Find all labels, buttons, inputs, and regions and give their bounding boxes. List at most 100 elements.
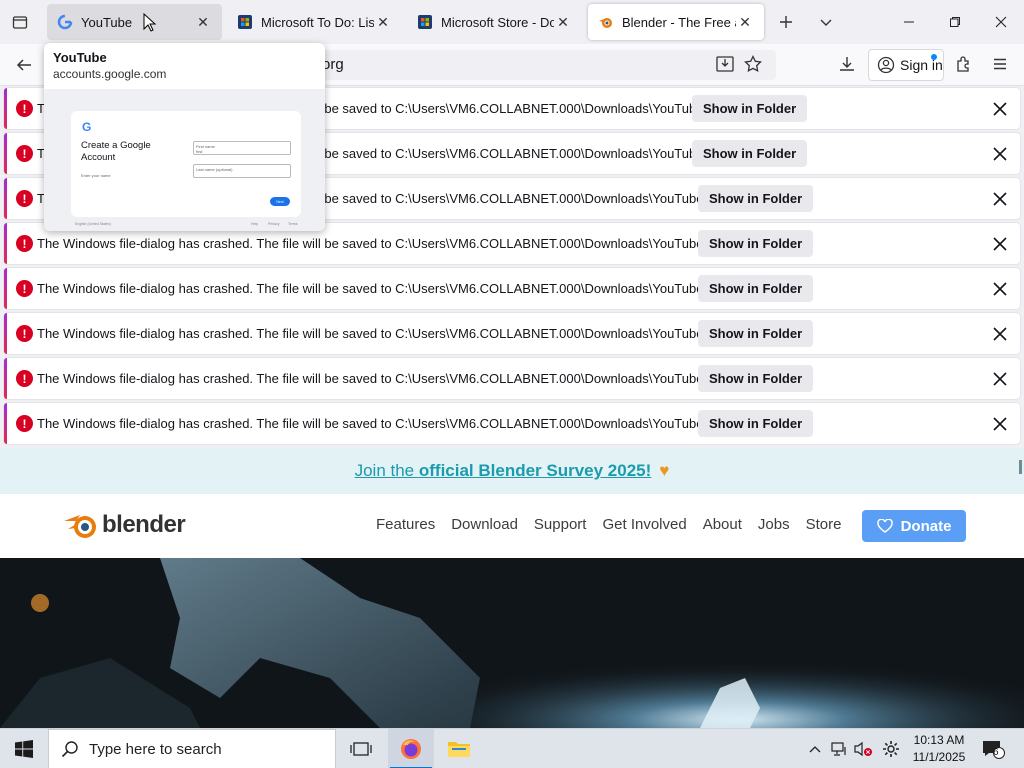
notification-message: The Windows file-dialog has crashed. The… [37,326,752,341]
new-tab-button[interactable] [772,8,800,36]
network-button[interactable] [828,729,852,768]
show-in-folder-button[interactable]: Show in Folder [698,410,814,437]
download-error-notification: ! The Windows file-dialog has crashed. Th… [4,268,1020,309]
notification-dot [931,54,937,60]
settings-button[interactable] [878,729,904,768]
close-notification-button[interactable] [990,279,1010,299]
close-tab-button[interactable]: ✕ [194,13,212,31]
firefox-icon [401,739,421,759]
restore-icon [950,17,960,27]
donate-button[interactable]: Donate [862,510,966,542]
volume-button[interactable] [852,729,876,768]
show-in-folder-button[interactable]: Show in Folder [698,275,814,302]
notification-accent-stripe [4,403,7,444]
show-in-folder-button[interactable]: Show in Folder [692,95,808,122]
tab-list-button[interactable] [6,8,34,36]
tab-microsoft-todo[interactable]: Microsoft To Do: Lists, T ✕ [227,4,402,40]
close-notification-button[interactable] [990,144,1010,164]
tab-hover-preview: YouTube accounts.google.com G Create a G… [44,43,325,231]
show-hidden-icons-button[interactable] [804,729,826,768]
error-icon: ! [16,235,33,252]
show-in-folder-button[interactable]: Show in Folder [698,185,814,212]
show-in-folder-button[interactable]: Show in Folder [692,140,808,167]
nav-store-link[interactable]: Store [806,516,842,533]
hero-artwork [0,558,1024,728]
close-notification-button[interactable] [990,189,1010,209]
preview-signup-card: G Create a Google Account Enter your nam… [71,111,301,217]
close-tab-button[interactable]: ✕ [554,13,572,31]
google-logo-icon: G [82,120,92,134]
save-to-pocket-button[interactable] [711,50,739,78]
preview-last-name-field: Last name (optional) [193,164,291,178]
close-notification-button[interactable] [990,99,1010,119]
minimize-icon [904,21,914,23]
close-tab-button[interactable]: ✕ [736,13,754,31]
nav-support-link[interactable]: Support [534,516,587,533]
preview-footer-link: Privacy [268,222,280,226]
gear-icon [883,741,899,757]
donate-label: Donate [900,517,952,535]
close-tab-button[interactable]: ✕ [374,13,392,31]
nav-download-link[interactable]: Download [451,516,518,533]
close-notification-button[interactable] [990,414,1010,434]
minimize-button[interactable] [886,0,932,44]
app-menu-button[interactable] [986,50,1014,78]
nav-jobs-link[interactable]: Jobs [758,516,790,533]
close-window-button[interactable] [978,0,1024,44]
blender-logo[interactable]: blender [62,509,186,541]
tab-blender[interactable]: Blender - The Free and ✕ [588,4,764,40]
bookmark-star-button[interactable] [739,50,767,78]
show-in-folder-button[interactable]: Show in Folder [698,320,814,347]
close-icon [993,146,1007,161]
google-g-icon [57,14,73,30]
preview-thumbnail: G Create a Google Account Enter your nam… [44,89,325,231]
site-header: blender Features Download Support Get In… [0,494,1024,558]
preview-next-button: Next [270,197,290,206]
downloads-button[interactable] [833,50,861,78]
error-icon: ! [16,325,33,342]
list-all-tabs-button[interactable] [812,8,840,36]
taskbar-file-explorer[interactable] [436,729,482,768]
task-view-icon [350,742,372,756]
nav-get-involved-link[interactable]: Get Involved [602,516,686,533]
back-button[interactable] [9,50,39,80]
mouse-cursor-icon [143,13,157,32]
clock-date: 11/1/2025 [912,750,966,764]
survey-link[interactable]: Join the official Blender Survey 2025! [355,461,652,481]
taskbar-clock[interactable]: 10:13 AM 11/1/2025 [910,732,968,766]
search-icon [61,741,78,758]
close-notification-button[interactable] [990,324,1010,344]
tab-title: Blender - The Free and [622,14,736,30]
error-icon: ! [16,280,33,297]
show-in-folder-button[interactable]: Show in Folder [698,230,814,257]
nav-features-link[interactable]: Features [376,516,435,533]
taskbar-search-box[interactable]: Type here to search [48,729,336,768]
taskbar-firefox[interactable] [388,729,434,768]
tab-microsoft-store[interactable]: Microsoft Store - Down ✕ [407,4,582,40]
show-in-folder-button[interactable]: Show in Folder [698,365,814,392]
close-icon [993,281,1007,296]
action-center-button[interactable]: 6 [978,729,1008,768]
survey-link-prefix: Join the [354,461,419,480]
notification-accent-stripe [4,313,7,354]
restore-button[interactable] [932,0,978,44]
chevron-down-icon [820,19,832,26]
close-notification-button[interactable] [990,234,1010,254]
download-error-notification: ! The Windows file-dialog has crashed. Th… [4,403,1020,444]
chevron-up-icon [809,746,821,753]
close-icon [993,326,1007,341]
start-button[interactable] [0,729,48,768]
sign-in-button[interactable]: Sign in [868,49,944,81]
download-to-tray-icon [716,56,734,72]
tab-youtube[interactable]: YouTube ✕ [47,4,222,40]
page-scrollbar[interactable] [1019,460,1022,474]
heart-icon: ♥ [659,461,670,480]
nav-about-link[interactable]: About [703,516,742,533]
task-view-button[interactable] [338,729,384,768]
extensions-button[interactable] [950,50,978,78]
tab-list-icon [12,16,28,29]
url-text: org [322,56,344,73]
tab-title: Microsoft To Do: Lists, T [261,14,374,30]
error-icon: ! [16,190,33,207]
close-notification-button[interactable] [990,369,1010,389]
